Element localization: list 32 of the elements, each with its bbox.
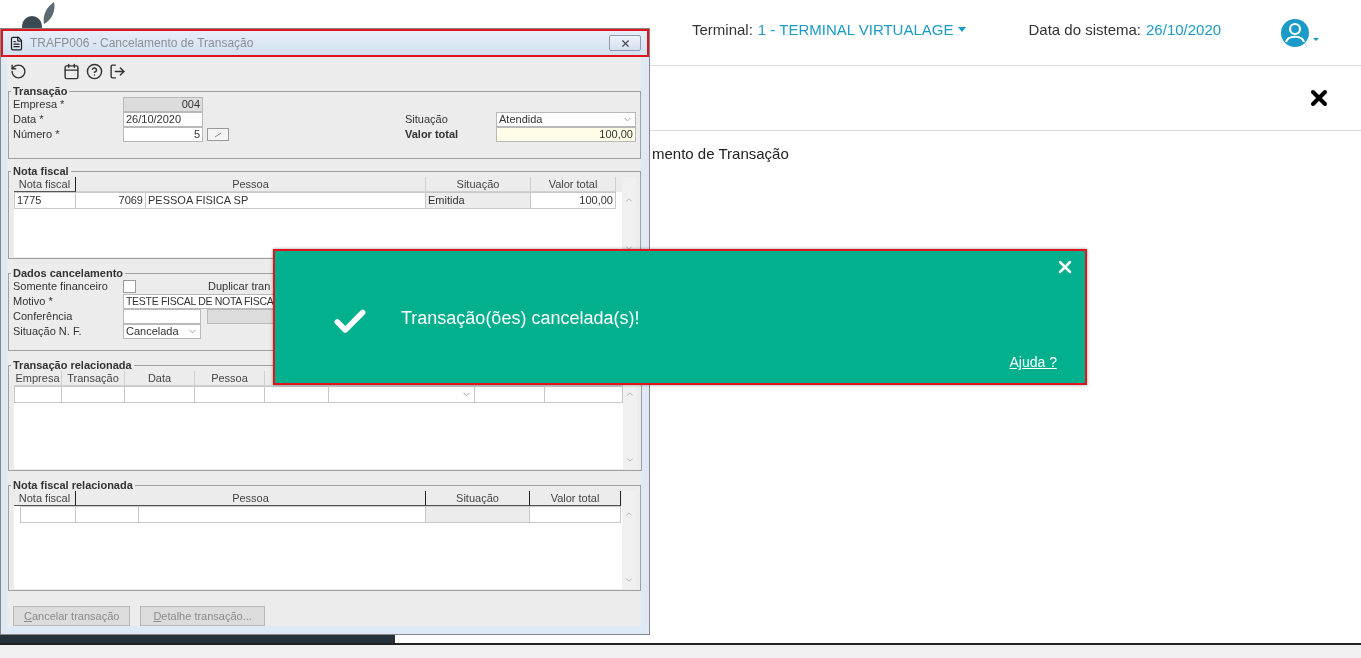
field-label: Empresa * (13, 97, 66, 112)
select-field[interactable]: Cancelada (123, 324, 201, 339)
field-label: Situação (405, 112, 449, 127)
table-cell: 1775 (14, 192, 76, 209)
system-date-value: 26/10/2020 (1146, 21, 1222, 38)
section-title: Dados cancelamento (12, 267, 125, 279)
system-date-label: Data do sistema: (1028, 21, 1142, 38)
page-heading: mento de Transação (652, 145, 789, 162)
field-label: Número * (13, 127, 61, 142)
toast-message: Transação(ões) cancelada(s)! (401, 308, 640, 329)
field-label: Motivo * (13, 294, 54, 309)
section-title: Nota fiscal relacionada (12, 479, 134, 491)
table-cell: Emitida (426, 192, 531, 209)
field-label: Situação N. F. (13, 324, 83, 339)
input-field[interactable]: 004 (123, 97, 203, 112)
terminal-label: Terminal: (692, 21, 753, 38)
input-field[interactable]: 5 (123, 127, 203, 142)
table-cell: PESSOA FISICA SP (146, 192, 426, 209)
input-field[interactable]: 100,00 (496, 127, 636, 142)
table-cell: 7069 (76, 192, 146, 209)
table-cell: 100,00 (531, 192, 616, 209)
select-field[interactable]: Atendida (496, 112, 636, 127)
field-label: Data * (13, 112, 45, 127)
field-label: Somente financeiro (13, 279, 109, 294)
field-label: Duplicar tran (208, 279, 271, 294)
section-title: Transação relacionada (12, 359, 133, 371)
section-title: Nota fiscal (12, 165, 70, 177)
input-field[interactable]: 26/10/2020 (123, 112, 203, 127)
section-title: Transação (12, 85, 69, 97)
dialog-title: TRAFP006 - Cancelamento de Transação (30, 36, 255, 50)
field-label: Valor total (405, 127, 460, 142)
field-label: Conferência (13, 309, 74, 324)
